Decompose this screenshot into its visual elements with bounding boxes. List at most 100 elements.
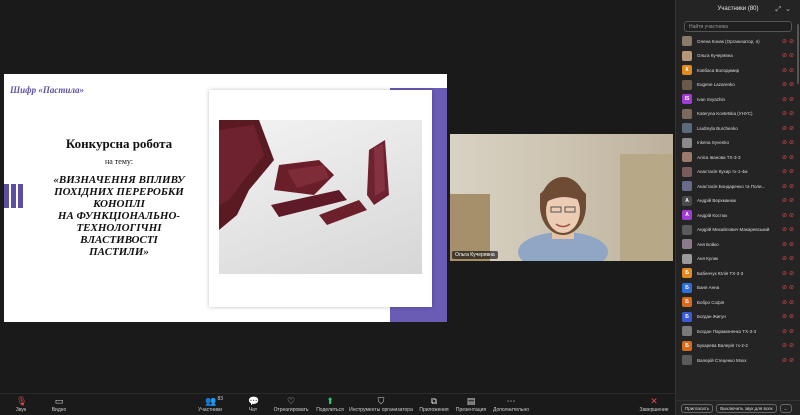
muted-mic-icon: ⊘⊘ — [781, 82, 796, 89]
participant-name: Аня Кулик — [697, 256, 719, 262]
participant-row[interactable]: Аня Бойко ⊘⊘ — [682, 237, 800, 252]
panel-window-controls[interactable]: ⤢⌄ — [776, 5, 795, 14]
participant-row[interactable]: К Ковбаса Володимир ⊘⊘ — [682, 63, 800, 78]
shield-icon: ⛉ — [377, 396, 385, 406]
participant-name: Андрій Верхманюк — [697, 198, 737, 204]
meeting-stage: Шифр «Пастила» Конкурсна робота на тему:… — [0, 0, 675, 393]
avatar — [682, 253, 692, 264]
avatar: A — [682, 210, 692, 221]
participant-row[interactable]: A Андрій Верхманюк ⊘⊘ — [682, 194, 800, 209]
apps-icon: ⧉ — [430, 396, 438, 406]
participants-button[interactable]: 👥 83 Участники — [189, 395, 231, 413]
participant-row[interactable]: Богдан Парамоненко ТХ-3-3 ⊘⊘ — [682, 324, 800, 339]
apps-button[interactable]: ⧉ Приложения — [413, 395, 455, 414]
avatar: Б — [682, 311, 692, 322]
muted-mic-icon: ⊘⊘ — [781, 343, 796, 350]
avatar: К — [682, 65, 692, 76]
participant-name: Ivan Svyazhin — [697, 96, 726, 102]
heart-icon: ♡ — [286, 396, 296, 406]
close-icon: ✕ — [650, 396, 658, 406]
participants-panel: Участники (80) ⤢⌄ Найти участника Олена … — [675, 0, 800, 415]
panel-more-button[interactable]: ... — [779, 404, 792, 413]
participant-name: Ковбаса Володимир — [697, 67, 740, 73]
participant-row[interactable]: Eugene Lazarenko ⊘⊘ — [682, 78, 800, 93]
muted-mic-icon: ⊘⊘ — [781, 111, 796, 118]
participants-icon: 👥 — [205, 396, 217, 406]
participant-row[interactable]: Валерій Стеценко Мэхх ⊘⊘ — [682, 353, 800, 368]
participant-name: Олена Конак (Организатор, я) — [697, 38, 760, 44]
participant-name: Букарева Валерія тх-2-2 — [697, 343, 748, 349]
slide-subheading: на тему: — [104, 157, 134, 166]
panel-title: Участники (80) — [717, 5, 759, 12]
participant-row[interactable]: A Андрій Костюк ⊘⊘ — [682, 208, 800, 223]
muted-mic-icon: ⊘⊘ — [781, 212, 796, 219]
share-button[interactable]: ⬆ Поделиться — [309, 395, 351, 414]
avatar — [682, 166, 692, 177]
participant-row[interactable]: Б Бобро Софія ⊘⊘ — [682, 295, 800, 310]
muted-mic-icon: ⊘⊘ — [781, 154, 796, 161]
participant-row[interactable]: Аня Кулик ⊘⊘ — [682, 252, 800, 267]
mute-all-button[interactable]: Выключить звук для всех — [716, 404, 777, 413]
shared-slide: Шифр «Пастила» Конкурсна робота на тему:… — [4, 74, 447, 322]
participant-row[interactable]: Анастасія Кухар тх-1-4м ⊘⊘ — [682, 165, 800, 180]
participant-row[interactable]: Аліса Іванова ТХ-3-3 ⊘⊘ — [682, 150, 800, 165]
host-tools-button[interactable]: ⛉ Инструменты организатора — [349, 395, 413, 414]
chat-button[interactable]: 💬 Чат — [232, 395, 274, 414]
participant-name: Бобро Софія — [697, 299, 725, 305]
muted-mic-icon: ⊘⊘ — [781, 299, 796, 306]
participant-row[interactable]: Анастасія Бондаренко та Поли... ⊘⊘ — [682, 179, 800, 194]
muted-mic-icon: ⊘⊘ — [781, 53, 796, 60]
participant-row[interactable]: Ольга Кучерявна ⊘⊘ — [682, 49, 800, 64]
avatar: Б — [682, 268, 692, 279]
video-participant-name: Ольга Кучерявна — [452, 251, 498, 259]
participant-search-input[interactable]: Найти участника — [684, 21, 792, 32]
muted-mic-icon: ⊘⊘ — [781, 227, 796, 234]
more-button[interactable]: ⋯ Дополнительно — [490, 395, 532, 414]
invite-button[interactable]: Пригласить — [681, 404, 714, 413]
panel-header: Участники (80) ⤢⌄ — [676, 0, 800, 17]
participant-video-tile[interactable]: Ольга Кучерявна — [450, 134, 673, 261]
participant-name: Аліса Іванова ТХ-3-3 — [697, 154, 741, 160]
muted-mic-icon: ⊘⊘ — [781, 183, 796, 190]
avatar — [682, 123, 692, 134]
end-button[interactable]: ✕ Завершение — [633, 395, 675, 414]
avatar — [682, 36, 692, 47]
chat-icon: 💬 — [248, 396, 260, 406]
participant-row[interactable]: Б Баня Анна ⊘⊘ — [682, 281, 800, 296]
participant-name: Богдан Парамоненко ТХ-3-3 — [697, 328, 757, 334]
muted-mic-icon: ⊘⊘ — [781, 285, 796, 292]
participant-row[interactable]: Liudmyla Burchenko ⊘⊘ — [682, 121, 800, 136]
react-button[interactable]: ♡ Отреагировать — [270, 395, 312, 414]
muted-mic-icon: ⊘⊘ — [781, 198, 796, 205]
participant-row[interactable]: Олена Конак (Организатор, я) ⊘⊘ — [682, 34, 800, 49]
avatar: A — [682, 195, 692, 206]
muted-mic-icon: ⊘⊘ — [781, 256, 796, 263]
pastila-photo — [219, 120, 422, 274]
slide-accent-bars — [4, 184, 30, 208]
participant-row[interactable]: Андрій Михайлович Макаревський ⊘⊘ — [682, 223, 800, 238]
participant-name: Ольга Кучерявна — [697, 53, 733, 59]
participant-name: Inkena Syvenko — [697, 140, 730, 146]
participant-row[interactable]: Б Букарева Валерія тх-2-2 ⊘⊘ — [682, 339, 800, 354]
avatar — [682, 152, 692, 163]
mic-muted-icon: 🎙 — [16, 396, 28, 406]
muted-mic-icon: ⊘⊘ — [781, 96, 796, 103]
whiteboards-button[interactable]: ▤ Презентация — [450, 395, 492, 414]
slide-title-block: Конкурсна робота на тему: «ВИЗНАЧЕННЯ ВП… — [34, 136, 204, 258]
slide-photo-card — [209, 90, 432, 307]
participants-count: 83 — [217, 396, 223, 402]
participant-row[interactable]: IS Ivan Svyazhin ⊘⊘ — [682, 92, 800, 107]
slide-topic: «ВИЗНАЧЕННЯ ВПЛИВУ ПОХІДНИХ ПЕРЕРОБКИ КО… — [53, 174, 185, 258]
avatar — [682, 181, 692, 192]
video-button[interactable]: ▭ Видео — [38, 395, 80, 414]
participant-name: Eugene Lazarenko — [697, 82, 735, 88]
participant-name: Бабенчук Юлія ТХ-3-3 — [697, 270, 744, 276]
participant-row[interactable]: Б Бабенчук Юлія ТХ-3-3 ⊘⊘ — [682, 266, 800, 281]
more-icon: ⋯ — [506, 396, 516, 406]
participant-row[interactable]: Kateryna Kovtetska (УНУС) ⊘⊘ — [682, 107, 800, 122]
participant-row[interactable]: Inkena Syvenko ⊘⊘ — [682, 136, 800, 151]
participant-name: Андрій Михайлович Макаревський — [697, 227, 770, 233]
avatar — [682, 108, 692, 119]
audio-button[interactable]: 🎙 Звук — [0, 395, 42, 414]
participant-row[interactable]: Б Богдан Жигун ⊘⊘ — [682, 310, 800, 325]
